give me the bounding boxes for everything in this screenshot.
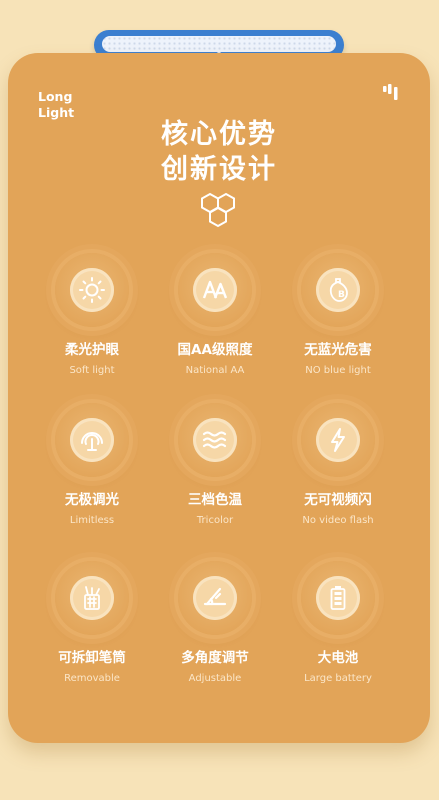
feature-badge: [301, 403, 375, 477]
feature-limitless: 无极调光 Limitless: [32, 403, 152, 527]
sun-icon: [79, 277, 105, 303]
feature-subtitle: Tricolor: [196, 515, 234, 526]
feature-name: 多角度调节: [181, 650, 249, 666]
brand-line-1: Long: [38, 89, 73, 104]
feature-badge: [55, 561, 129, 635]
feature-name: 可拆卸笔筒: [58, 650, 126, 666]
feature-badge: B: [301, 253, 375, 327]
feature-badge: [301, 561, 375, 635]
title-line-2: 创新设计: [161, 154, 277, 185]
title-line-1: 核心优势: [161, 119, 277, 150]
feature-name: 大电池: [317, 650, 359, 666]
feature-badge: [55, 403, 129, 477]
brand-mark-icon: [383, 84, 398, 100]
feature-removable: 可拆卸笔筒 Removable: [32, 561, 152, 685]
feature-subtitle: Adjustable: [188, 673, 242, 684]
feature-name: 无蓝光危害: [304, 342, 372, 358]
battery-icon: [330, 586, 346, 610]
dial-icon: [81, 432, 103, 451]
feature-subtitle: No video flash: [302, 515, 374, 526]
feature-card: Long Light 核心优势 创新设计 柔光护眼 Soft light 国AA…: [8, 53, 430, 743]
feature-large-battery: 大电池 Large battery: [278, 561, 398, 685]
feature-name: 三档色温: [188, 492, 242, 508]
lightning-icon: [331, 428, 345, 452]
feature-no-flash: 无可视频闪 No video flash: [278, 403, 398, 527]
feature-badge: [55, 253, 129, 327]
page-title: 核心优势 创新设计: [8, 117, 430, 187]
feature-tricolor: 三档色温 Tricolor: [155, 403, 275, 527]
feature-name: 柔光护眼: [65, 342, 119, 358]
feature-name: 无极调光: [65, 492, 119, 508]
feature-soft-light: 柔光护眼 Soft light: [32, 253, 152, 377]
pen-holder-icon: [84, 586, 100, 610]
feature-national-aa: 国AA级照度 National AA: [155, 253, 275, 377]
feature-subtitle: Large battery: [304, 673, 372, 684]
angle-icon: [203, 587, 227, 606]
feature-subtitle: Limitless: [69, 515, 115, 526]
feature-adjustable: 多角度调节 Adjustable: [155, 561, 275, 685]
feature-badge: [178, 253, 252, 327]
lamp-light-panel: [102, 36, 336, 52]
feature-subtitle: NO blue light: [305, 365, 371, 376]
hexagon-icon: [201, 192, 235, 228]
feature-badge: [178, 561, 252, 635]
feature-name: 无可视频闪: [304, 492, 372, 508]
feature-badge: [178, 403, 252, 477]
feature-subtitle: Soft light: [69, 365, 115, 376]
feature-name: 国AA级照度: [177, 342, 253, 358]
bulb-b-icon: B: [329, 278, 348, 302]
feature-subtitle: Removable: [64, 673, 120, 684]
feature-subtitle: National AA: [185, 365, 245, 376]
svg-text:B: B: [338, 290, 345, 300]
waves-icon: [202, 431, 227, 449]
feature-no-blue-light: B 无蓝光危害 NO blue light: [278, 253, 398, 377]
aa-icon: [202, 280, 228, 299]
